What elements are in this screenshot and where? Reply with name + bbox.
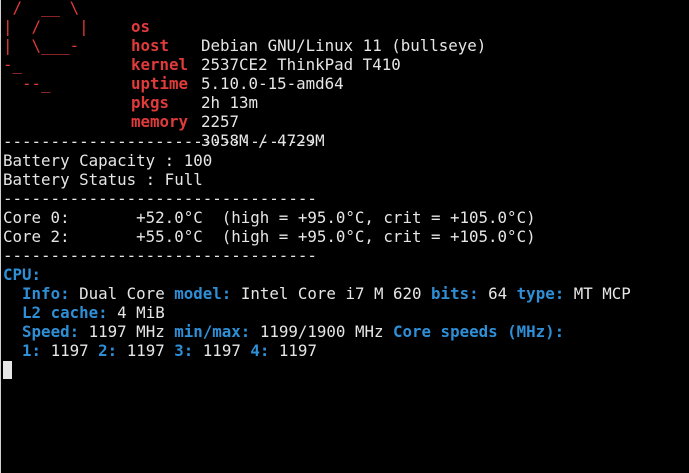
terminal-window[interactable]: / __ \ | / | | \___- -_ --_ os Debian GN…: [0, 0, 689, 473]
core-1-value: 1197: [50, 341, 89, 360]
cpu-speed-row: Speed: 1197 MHz min/max: 1199/1900 MHz C…: [3, 322, 564, 341]
battery-capacity: Battery Capacity : 100: [3, 151, 213, 170]
cpu-minmax-value: 1199/1900 MHz: [259, 322, 384, 341]
cpu-speed-label: Speed:: [22, 322, 80, 341]
cpu-model-label: model:: [174, 284, 232, 303]
cpu-info-value: Dual Core: [79, 284, 165, 303]
sysinfo-row-host: host 2537CE2 ThinkPad T410: [1, 17, 689, 74]
battery-status: Battery Status : Full: [3, 170, 203, 189]
core-2-label: 2:: [98, 341, 118, 360]
sysinfo-row-memory: memory 3058M / 4729M: [1, 93, 689, 150]
core-4-label: 4:: [250, 341, 270, 360]
terminal-cursor[interactable]: [3, 361, 12, 379]
sysinfo-key: memory: [131, 112, 189, 131]
cpu-type-label: type:: [516, 284, 565, 303]
cpu-core-speeds-row: 1: 1197 2: 1197 3: 1197 4: 1197: [3, 341, 317, 360]
sensor-core-0: Core 0: +52.0°C (high = +95.0°C, crit = …: [3, 208, 536, 227]
cpu-info-row: Info: Dual Core model: Intel Core i7 M 6…: [3, 284, 631, 303]
cpu-core-speeds-label: Core speeds (MHz):: [393, 322, 565, 341]
cpu-l2-value: 4 MiB: [117, 303, 165, 322]
cpu-bits-value: 64: [488, 284, 508, 303]
sensor-core-2: Core 2: +55.0°C (high = +95.0°C, crit = …: [3, 227, 536, 246]
cpu-bits-label: bits:: [431, 284, 479, 303]
sysinfo-row-pkgs: pkgs 2257: [1, 74, 689, 131]
cpu-header: CPU:: [3, 265, 42, 284]
cpu-type-value: MT MCP: [573, 284, 631, 303]
separator-line: ---------------------------------: [3, 132, 317, 151]
separator-line: ---------------------------------: [3, 189, 317, 208]
sysinfo-row-kernel: kernel 5.10.0-15-amd64: [1, 36, 689, 93]
cpu-model-value: Intel Core i7 M 620: [240, 284, 422, 303]
separator-line: ---------------------------------: [3, 246, 317, 265]
sysinfo-row-os: os Debian GNU/Linux 11 (bullseye): [1, 0, 689, 55]
core-2-value: 1197: [126, 341, 165, 360]
cpu-minmax-label: min/max:: [174, 322, 251, 341]
cpu-l2-label: L2 cache:: [22, 303, 108, 322]
sysinfo-value: 2257: [201, 112, 240, 131]
cpu-l2-row: L2 cache: 4 MiB: [3, 303, 165, 322]
core-1-label: 1:: [22, 341, 42, 360]
cpu-info-label: Info:: [22, 284, 70, 303]
cpu-speed-value: 1197 MHz: [88, 322, 165, 341]
sysinfo-row-uptime: uptime 2h 13m: [1, 55, 689, 112]
core-3-label: 3:: [174, 341, 194, 360]
core-3-value: 1197: [202, 341, 241, 360]
core-4-value: 1197: [278, 341, 317, 360]
